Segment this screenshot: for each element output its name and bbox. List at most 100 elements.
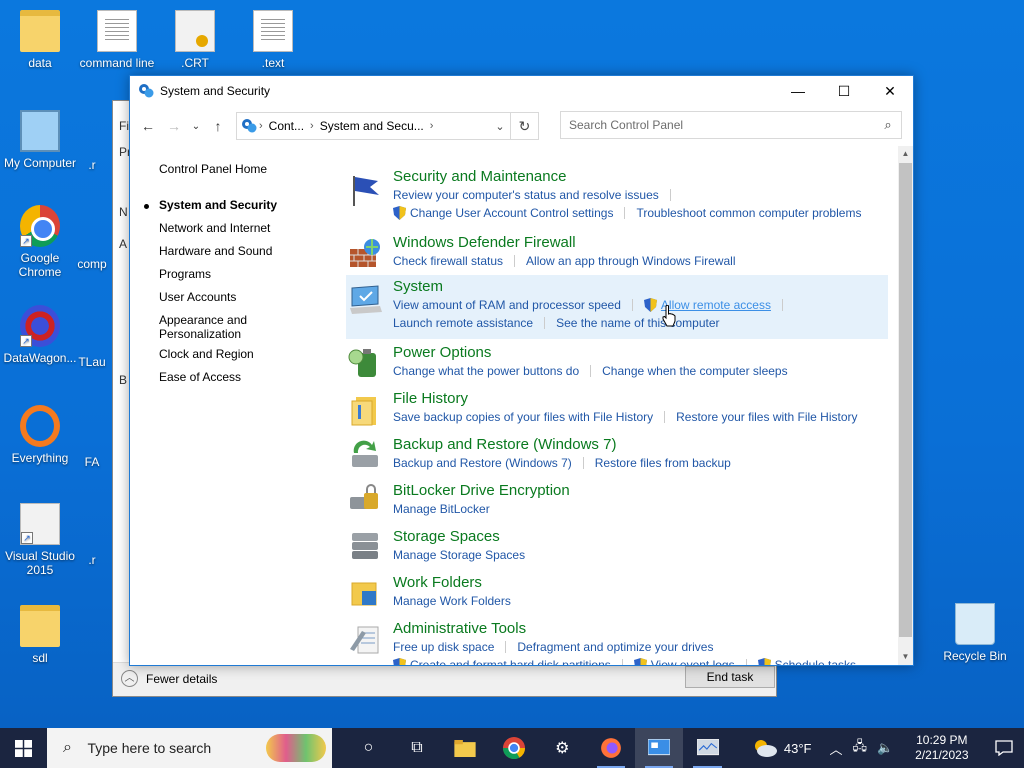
nav-network-and-internet[interactable]: Network and Internet <box>159 217 339 240</box>
minimize-button[interactable]: — <box>775 76 821 106</box>
end-task-button[interactable]: End task <box>685 666 775 688</box>
nav-system-and-security[interactable]: System and Security <box>144 194 339 217</box>
settings-gear-icon[interactable]: ⚙ <box>538 728 586 768</box>
desktop-icon-text[interactable]: .text <box>233 10 313 70</box>
task-view-icon[interactable]: ⧉ <box>393 728 441 768</box>
breadcrumb-separator[interactable]: › <box>308 120 316 132</box>
desktop-icon-data[interactable]: data <box>0 10 80 70</box>
link-manage-storage-spaces[interactable]: Manage Storage Spaces <box>393 546 525 564</box>
address-bar[interactable]: › Cont... › System and Secu... › ⌄ ↻ <box>236 112 539 140</box>
link-schedule-tasks[interactable]: Schedule tasks <box>775 656 856 665</box>
nav-appearance-and-personalization[interactable]: Appearance and Personalization <box>159 309 259 343</box>
network-icon[interactable]: 🖧 <box>853 737 868 759</box>
fewer-details-button[interactable]: ︿ Fewer details <box>121 670 217 687</box>
link-sleep[interactable]: Change when the computer sleeps <box>602 362 787 380</box>
desktop-icon-sdl[interactable]: sdl <box>0 605 80 665</box>
link-disk-partitions[interactable]: Create and format hard disk partitions <box>410 656 611 665</box>
link-remote-assistance[interactable]: Launch remote assistance <box>393 314 533 332</box>
chrome-taskbar-icon[interactable] <box>490 728 538 768</box>
folder-icon <box>20 605 60 647</box>
nav-programs[interactable]: Programs <box>159 263 339 286</box>
refresh-button[interactable]: ↻ <box>510 113 538 139</box>
desktop-icon-command-line[interactable]: command line <box>77 10 157 70</box>
vertical-scrollbar[interactable]: ▲ ▼ <box>898 146 913 665</box>
category-title[interactable]: File History <box>393 389 858 408</box>
category-system: System View amount of RAM and processor … <box>346 275 888 339</box>
link-event-logs[interactable]: View event logs <box>651 656 735 665</box>
breadcrumb-system-security[interactable]: System and Secu... <box>316 119 428 133</box>
desktop-icon-crt[interactable]: .CRT <box>155 10 235 70</box>
notification-icon[interactable] <box>984 740 1024 756</box>
partly-cloudy-icon <box>754 740 777 757</box>
category-title[interactable]: Storage Spaces <box>393 527 525 546</box>
link-ram-processor[interactable]: View amount of RAM and processor speed <box>393 296 621 314</box>
taskbar-search-box[interactable]: ⌕ Type here to search <box>47 728 333 768</box>
task-manager-taskbar-icon[interactable] <box>683 728 731 768</box>
start-button[interactable] <box>0 728 47 768</box>
scroll-down-icon[interactable]: ▼ <box>898 649 913 665</box>
category-title[interactable]: BitLocker Drive Encryption <box>393 481 570 500</box>
control-panel-home-link[interactable]: Control Panel Home <box>159 162 339 176</box>
firefox-icon[interactable] <box>587 728 635 768</box>
category-title[interactable]: System <box>393 277 794 296</box>
category-title[interactable]: Windows Defender Firewall <box>393 233 735 252</box>
nav-user-accounts[interactable]: User Accounts <box>159 286 339 309</box>
search-box[interactable]: ⌕ <box>560 111 902 139</box>
link-troubleshoot[interactable]: Troubleshoot common computer problems <box>636 204 861 222</box>
file-explorer-icon[interactable] <box>441 728 489 768</box>
breadcrumb-separator[interactable]: › <box>428 120 436 132</box>
title-bar[interactable]: System and Security — ☐ ✕ <box>130 76 913 106</box>
up-button[interactable]: ↑ <box>206 114 230 138</box>
link-defragment[interactable]: Defragment and optimize your drives <box>517 638 713 656</box>
link-firewall-status[interactable]: Check firewall status <box>393 252 503 270</box>
link-uac-settings[interactable]: Change User Account Control settings <box>410 204 613 222</box>
link-restore-files[interactable]: Restore your files with File History <box>676 408 857 426</box>
clock[interactable]: 10:29 PM 2/21/2023 <box>907 733 976 763</box>
nav-hardware-and-sound[interactable]: Hardware and Sound <box>159 240 339 263</box>
link-save-backup[interactable]: Save backup copies of your files with Fi… <box>393 408 653 426</box>
link-backup-restore[interactable]: Backup and Restore (Windows 7) <box>393 454 572 472</box>
desktop-icon-label: Everything <box>11 451 69 465</box>
datawagon-icon: ↗ <box>20 305 60 347</box>
file-history-icon <box>351 397 376 426</box>
link-computer-name[interactable]: See the name of this computer <box>556 314 719 332</box>
category-title[interactable]: Work Folders <box>393 573 511 592</box>
certificate-icon <box>175 10 215 52</box>
recent-locations-button[interactable]: ⌄ <box>188 114 204 138</box>
control-panel-icon <box>242 119 257 133</box>
maximize-button[interactable]: ☐ <box>821 76 867 106</box>
breadcrumb-separator[interactable]: › <box>257 120 265 132</box>
category-title[interactable]: Power Options <box>393 343 788 362</box>
category-security-maintenance: Security and Maintenance Review your com… <box>346 167 888 220</box>
scroll-up-icon[interactable]: ▲ <box>898 146 913 162</box>
link-power-buttons[interactable]: Change what the power buttons do <box>393 362 579 380</box>
back-button[interactable]: ← <box>136 114 160 138</box>
show-hidden-icons-chevron-icon[interactable]: ︿ <box>830 739 843 758</box>
link-allow-remote-access[interactable]: Allow remote access <box>661 296 771 314</box>
search-icon[interactable]: ⌕ <box>875 117 901 133</box>
link-review-status[interactable]: Review your computer's status and resolv… <box>393 186 659 204</box>
control-panel-taskbar-icon[interactable] <box>634 728 684 768</box>
nav-ease-of-access[interactable]: Ease of Access <box>159 366 339 389</box>
link-allow-app[interactable]: Allow an app through Windows Firewall <box>526 252 735 270</box>
scroll-thumb[interactable] <box>899 163 912 637</box>
category-title[interactable]: Backup and Restore (Windows 7) <box>393 435 731 454</box>
link-manage-work-folders[interactable]: Manage Work Folders <box>393 592 511 610</box>
breadcrumb-control-panel[interactable]: Cont... <box>265 119 308 133</box>
category-title[interactable]: Security and Maintenance <box>393 167 861 186</box>
address-dropdown-button[interactable]: ⌄ <box>490 120 510 133</box>
search-highlight-image[interactable] <box>266 734 327 762</box>
link-manage-bitlocker[interactable]: Manage BitLocker <box>393 500 490 518</box>
control-panel-window[interactable]: System and Security — ☐ ✕ ← → ⌄ ↑ › Cont… <box>129 75 914 666</box>
category-title[interactable]: Administrative Tools <box>393 619 856 638</box>
search-input[interactable] <box>569 118 875 132</box>
task-view-cortana-icon[interactable]: ○ <box>344 728 392 768</box>
volume-icon[interactable]: 🔈 <box>877 740 893 756</box>
forward-button[interactable]: → <box>162 114 186 138</box>
link-free-disk-space[interactable]: Free up disk space <box>393 638 494 656</box>
desktop-icon-recycle-bin[interactable]: Recycle Bin <box>935 603 1015 663</box>
nav-clock-and-region[interactable]: Clock and Region <box>159 343 339 366</box>
close-button[interactable]: ✕ <box>867 76 913 106</box>
weather-widget[interactable]: 43°F <box>752 739 812 757</box>
link-restore-from-backup[interactable]: Restore files from backup <box>595 454 731 472</box>
